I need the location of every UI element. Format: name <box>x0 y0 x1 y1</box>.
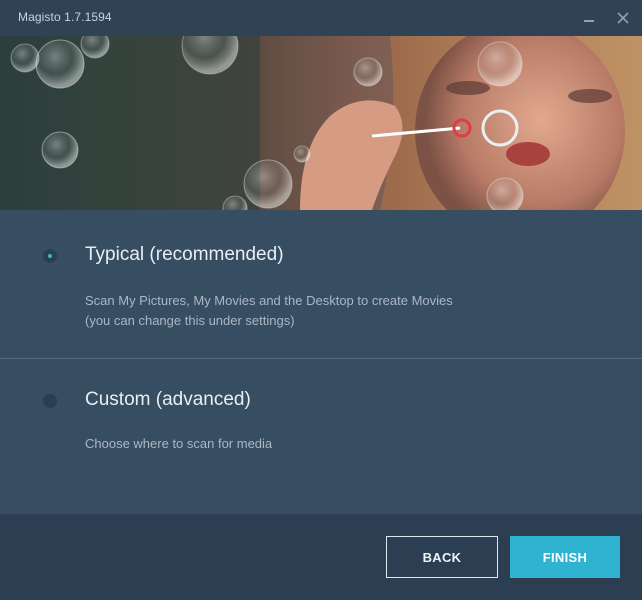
option-typical-title: Typical (recommended) <box>85 244 284 265</box>
option-custom-description: Choose where to scan for media <box>85 436 273 451</box>
finish-button[interactable]: FINISH <box>510 536 620 578</box>
option-custom[interactable]: Custom (advanced) Choose where to scan f… <box>0 360 642 514</box>
option-typical-description-line1: Scan My Pictures, My Movies and the Desk… <box>85 293 453 308</box>
footer-bar: BACK FINISH <box>0 514 642 600</box>
installer-window: Magisto 1.7.1594 Typical (recommended) S… <box>0 0 642 600</box>
options-divider <box>0 358 642 359</box>
option-custom-title: Custom (advanced) <box>85 389 251 410</box>
back-button[interactable]: BACK <box>386 536 498 578</box>
minimize-button[interactable] <box>580 9 598 27</box>
radio-typical-selected[interactable] <box>43 249 57 263</box>
close-button[interactable] <box>614 9 632 27</box>
minimize-icon <box>584 20 594 22</box>
title-bar: Magisto 1.7.1594 <box>0 0 642 36</box>
banner-image <box>0 36 642 210</box>
banner-photo-icon <box>0 36 642 210</box>
close-icon <box>617 12 629 24</box>
window-title: Magisto 1.7.1594 <box>18 10 112 24</box>
radio-custom[interactable] <box>43 394 57 408</box>
option-typical-description-line2: (you can change this under settings) <box>85 313 295 328</box>
option-typical[interactable]: Typical (recommended) Scan My Pictures, … <box>0 210 642 358</box>
scan-options: Typical (recommended) Scan My Pictures, … <box>0 210 642 514</box>
